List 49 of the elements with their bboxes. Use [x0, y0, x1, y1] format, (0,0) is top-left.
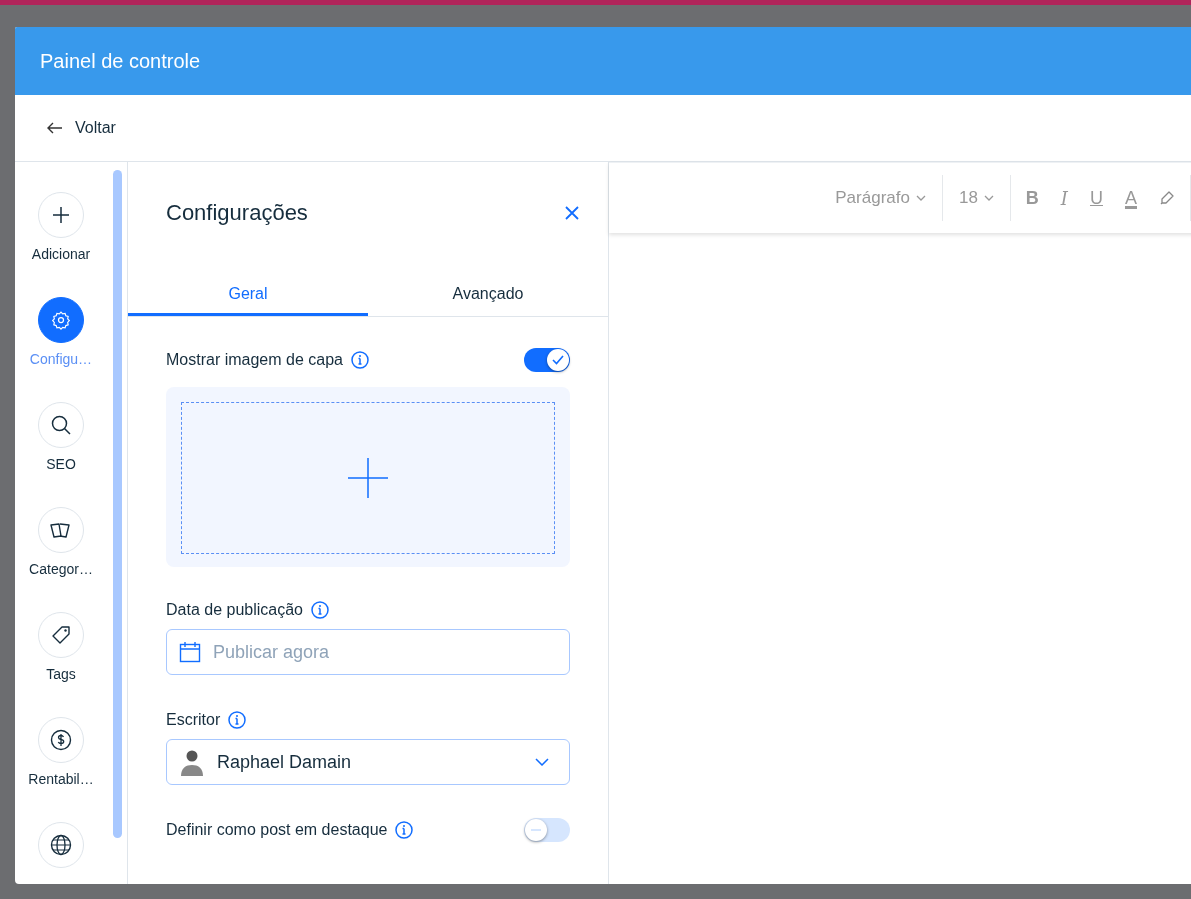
font-size-dropdown[interactable]: 18: [946, 188, 1006, 208]
paragraph-dropdown[interactable]: Parágrafo: [823, 188, 938, 208]
info-icon[interactable]: [311, 601, 329, 619]
scrollbar[interactable]: [113, 170, 122, 838]
info-icon[interactable]: [350, 351, 369, 369]
check-icon: [552, 355, 564, 365]
close-icon: [564, 205, 580, 221]
writer-dropdown[interactable]: Raphael Damain: [166, 739, 570, 785]
format-button[interactable]: I: [1049, 187, 1079, 209]
format-button[interactable]: U: [1079, 187, 1114, 209]
sidebar-label: Rentabil…: [28, 771, 94, 787]
pen-icon: [1159, 190, 1175, 206]
settings-icon: [51, 310, 71, 330]
globe-button[interactable]: [38, 822, 84, 868]
sidebar-label: Configu…: [29, 351, 93, 367]
avatar-icon: [179, 748, 205, 776]
sidebar-label: Adicionar: [31, 246, 91, 262]
date-field[interactable]: Publicar agora: [166, 629, 570, 675]
back-button[interactable]: Voltar: [47, 119, 116, 137]
dialog-title: Painel de controle: [40, 49, 201, 73]
tag-icon: [51, 625, 71, 645]
writer-label: Escritor: [166, 711, 221, 729]
plus-icon: [347, 457, 389, 499]
plus-icon: [51, 205, 71, 225]
tab[interactable]: Geral: [128, 278, 368, 316]
arrow-left-icon: [47, 122, 63, 134]
chevron-down-icon: [983, 195, 994, 201]
sidebar-label: Categor…: [29, 561, 93, 577]
toggle-switch[interactable]: [524, 348, 570, 372]
dollar-icon: [50, 729, 72, 751]
info-icon[interactable]: [395, 821, 414, 839]
toggle-switch[interactable]: [524, 818, 570, 842]
chevron-down-icon: [915, 195, 926, 201]
publish-date-label: Data de publicação: [166, 601, 303, 619]
format-button[interactable]: A: [1114, 187, 1148, 209]
info-icon[interactable]: [228, 711, 247, 729]
panel-title: Configurações: [166, 200, 308, 226]
cover-image-label: Mostrar imagem de capa: [166, 351, 343, 369]
sidebar-label: SEO: [46, 456, 76, 472]
cards-icon: [49, 520, 73, 540]
close-button[interactable]: [564, 205, 580, 221]
sidebar-label: Tags: [46, 666, 76, 682]
minus-icon: [531, 829, 541, 831]
search-icon: [50, 414, 72, 436]
globe-icon: [50, 834, 72, 856]
tab[interactable]: Avançado: [368, 278, 608, 316]
chevron-down-icon: [535, 758, 549, 766]
format-button[interactable]: B: [1014, 187, 1050, 209]
featured-post-label: Definir como post em destaque: [166, 821, 388, 839]
